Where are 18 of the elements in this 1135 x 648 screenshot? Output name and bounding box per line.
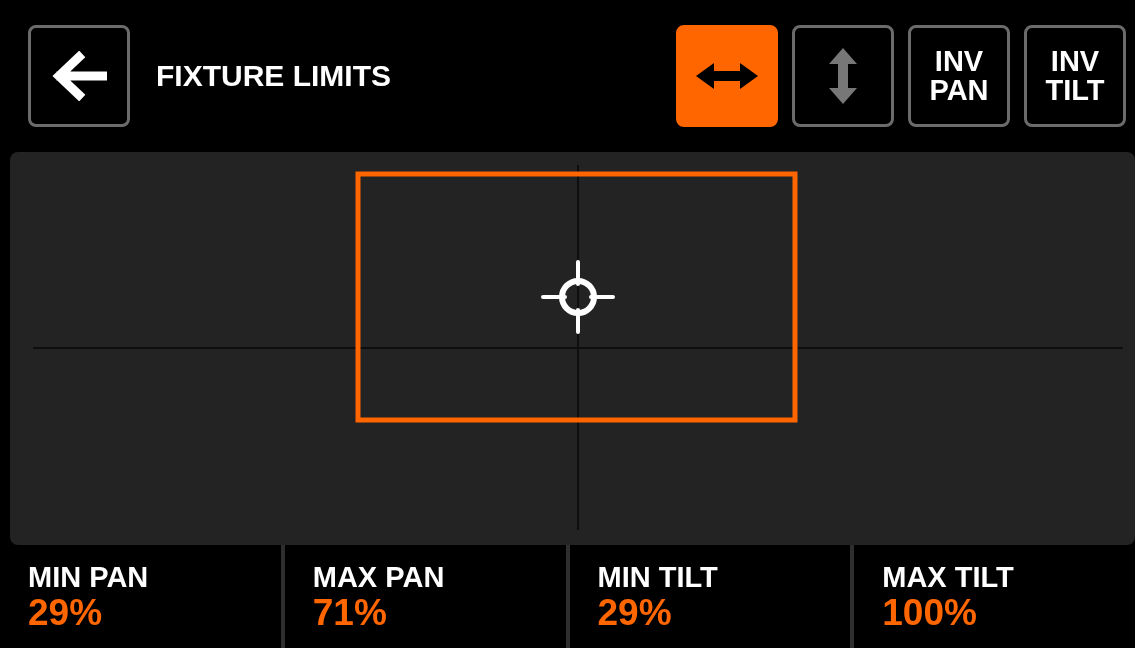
limit-value: 29%	[597, 593, 673, 633]
back-button[interactable]	[28, 25, 130, 127]
limit-value: 71%	[312, 593, 388, 633]
invert-button[interactable]: INV PAN	[908, 25, 1010, 127]
limit-label: MIN PAN	[28, 561, 150, 593]
pan-axis-button[interactable]	[676, 25, 778, 127]
invert-button[interactable]: INV TILT	[1024, 25, 1126, 127]
limit-value: 100%	[882, 593, 978, 633]
horizontal-arrow-icon	[694, 61, 760, 91]
back-arrow-icon	[51, 51, 107, 101]
screen-title: FIXTURE LIMITS	[156, 59, 391, 93]
vertical-arrow-icon	[827, 46, 859, 106]
limit-value: 29%	[28, 593, 104, 633]
limit-label: MAX PAN	[312, 561, 446, 593]
limit-label: MIN TILT	[597, 561, 719, 593]
tilt-axis-button[interactable]	[792, 25, 894, 127]
limit-label: MAX TILT	[882, 561, 1015, 593]
crosshair-icon[interactable]	[541, 260, 615, 334]
